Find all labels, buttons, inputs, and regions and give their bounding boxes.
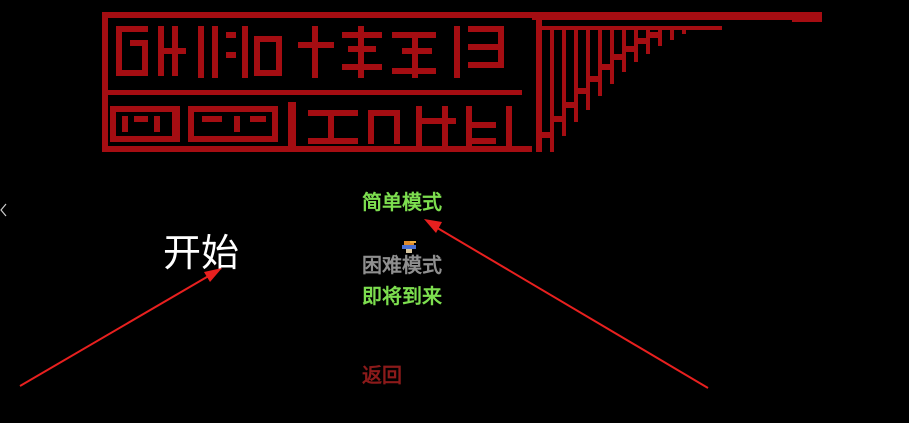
coming-soon-label: 即将到来 [362,284,442,308]
back-button[interactable]: 返回 [362,359,402,388]
start-label[interactable]: 开始 [163,222,239,277]
easy-mode-button[interactable]: 简单模式 [362,186,442,215]
hard-mode-button[interactable]: 困难模式 [362,249,442,278]
annotation-arrow-start [19,273,213,387]
game-title-logo [102,12,822,152]
annotation-arrow-easy [433,225,709,389]
chevron-left-icon [0,203,7,217]
annotation-arrowhead-easy [424,219,442,233]
